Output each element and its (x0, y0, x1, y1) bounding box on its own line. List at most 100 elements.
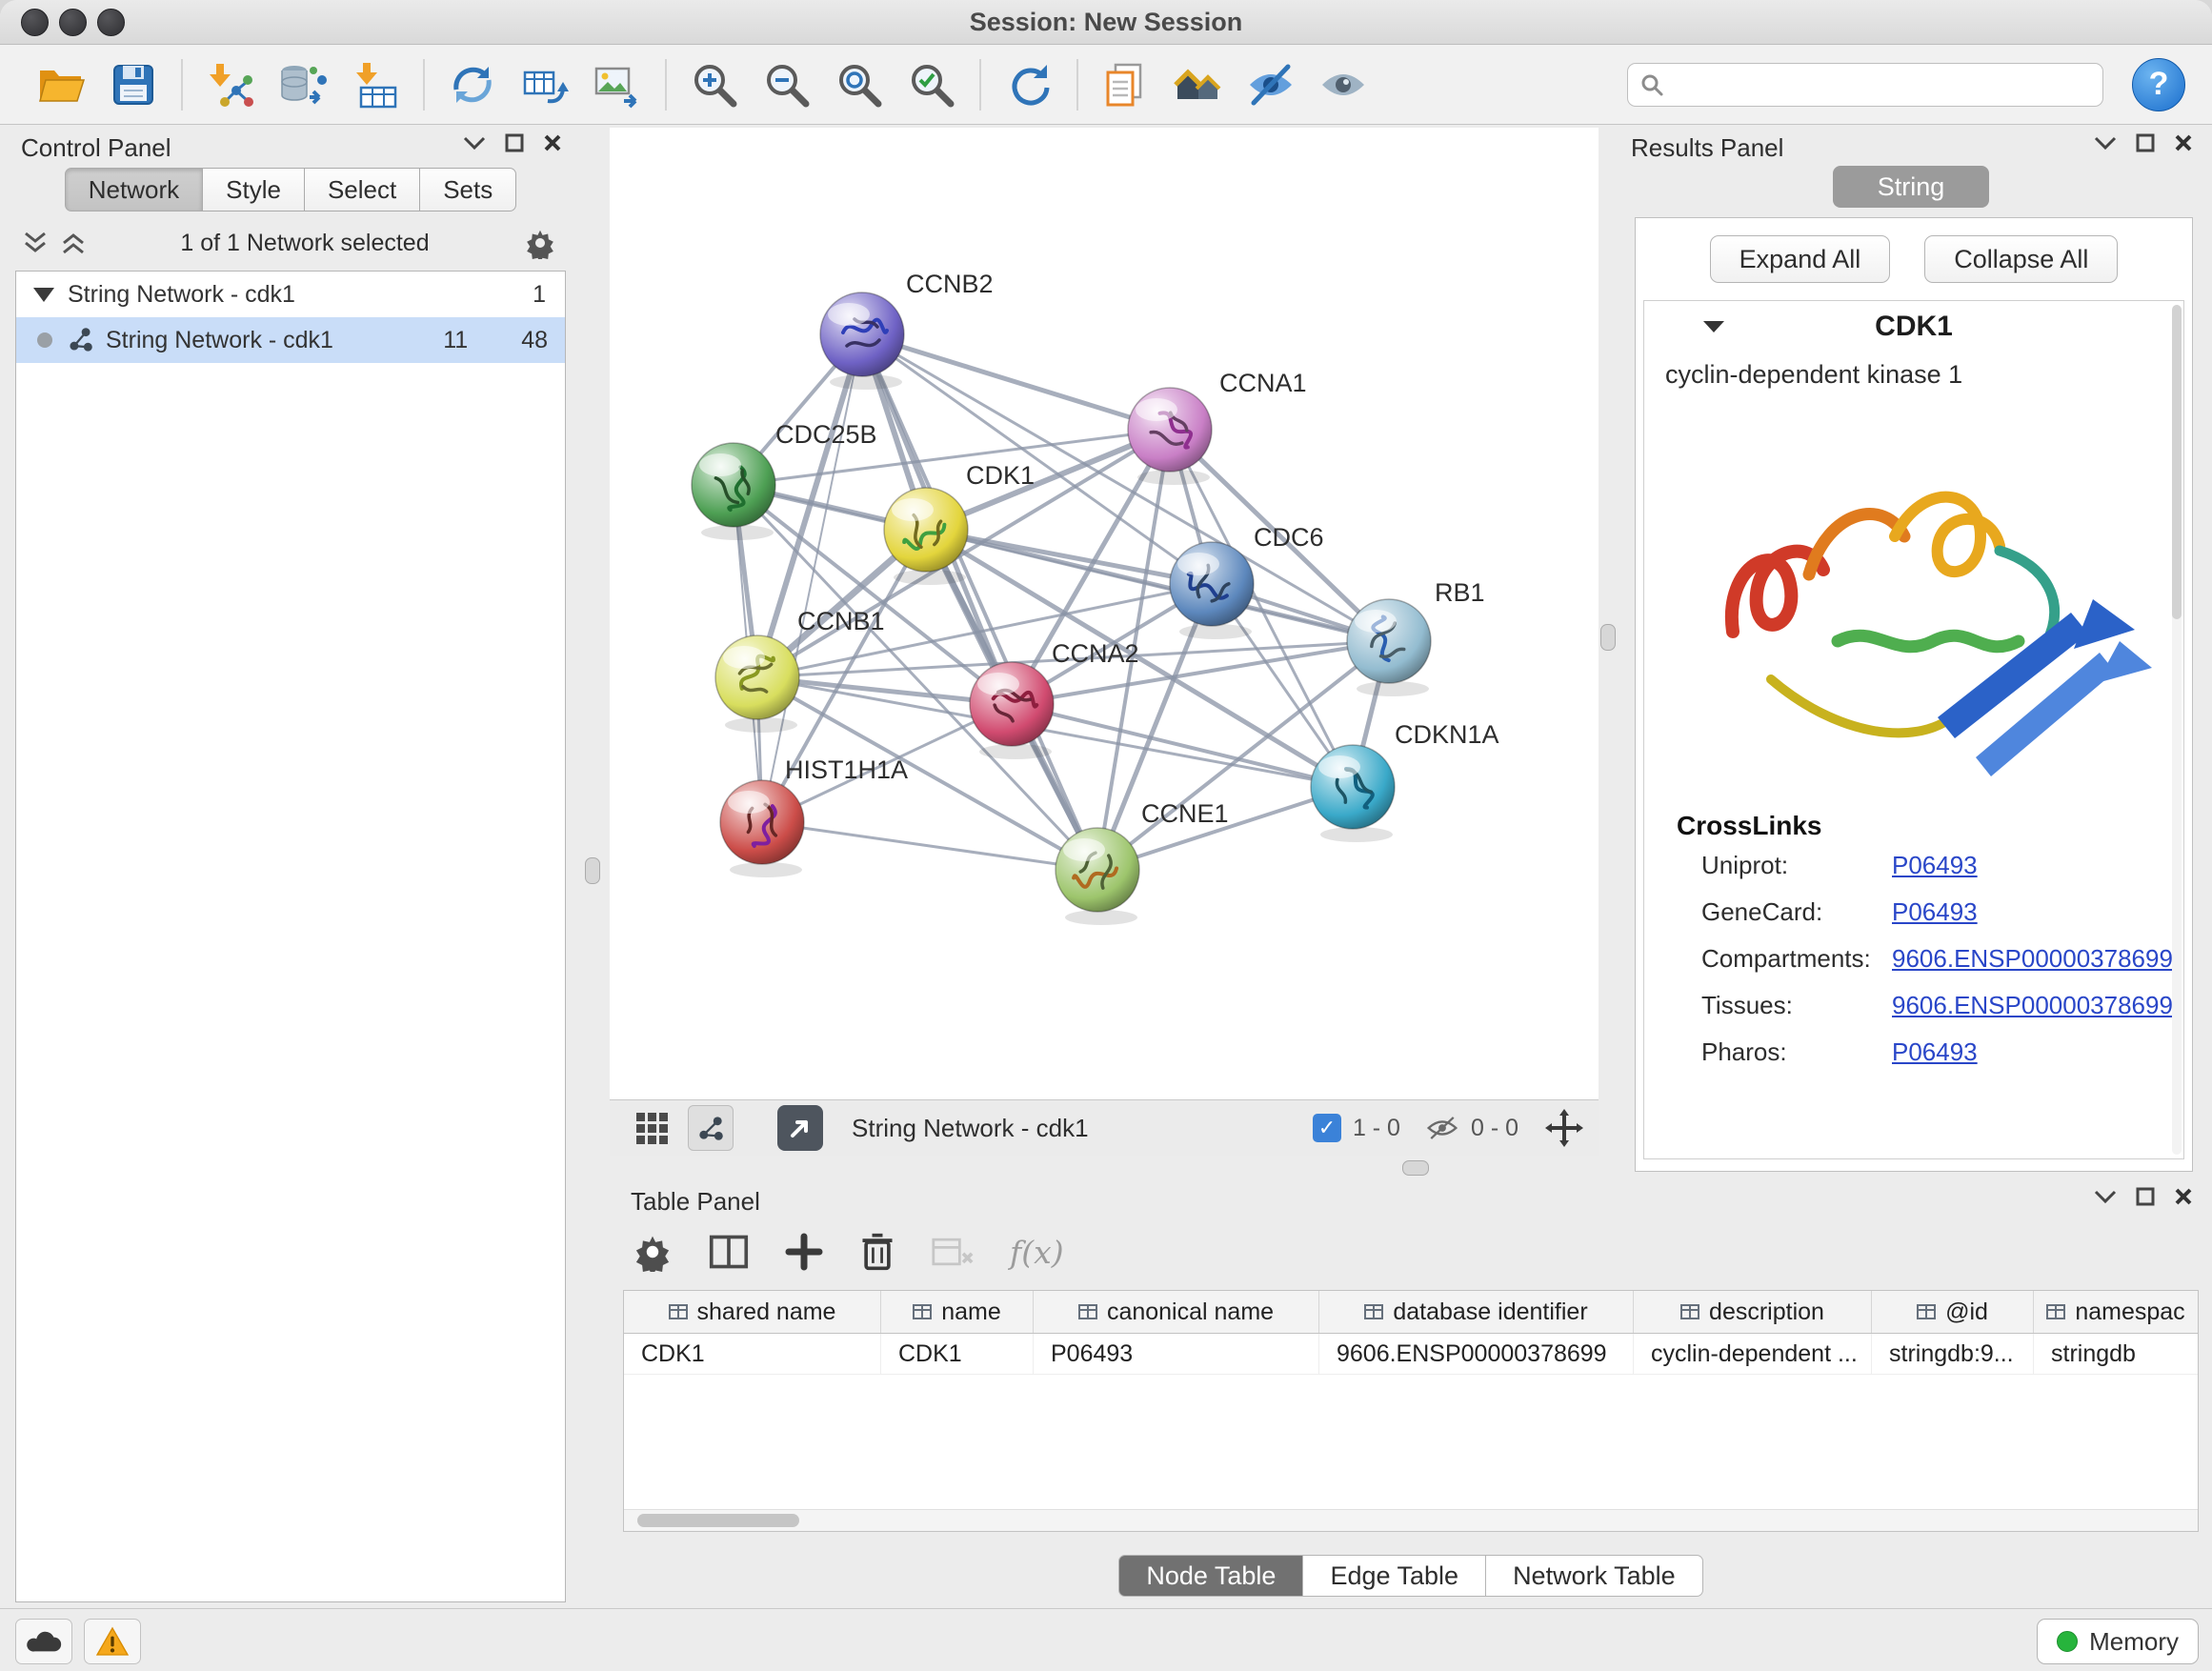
network-edge[interactable] (862, 334, 1389, 641)
vertical-splitter-left[interactable] (585, 857, 600, 884)
cell-database-identifier[interactable]: 9606.ENSP00000378699 (1319, 1334, 1634, 1374)
network-graph[interactable]: CCNB2CCNA1CDC25BCDK1CDC6RB1CCNB1CCNA2CDK… (610, 128, 1599, 1099)
select-columns-icon[interactable] (709, 1234, 749, 1270)
maximize-panel-icon[interactable] (2136, 133, 2155, 152)
column-header-namespace[interactable]: namespac (2034, 1291, 2198, 1333)
table-settings-gear-icon[interactable] (633, 1232, 673, 1272)
table-row[interactable]: CDK1 CDK1 P06493 9606.ENSP00000378699 cy… (624, 1334, 2198, 1375)
network-edge[interactable] (762, 334, 862, 822)
expand-all-button[interactable]: Expand All (1710, 235, 1891, 283)
column-header-at-id[interactable]: @id (1872, 1291, 2034, 1333)
crosslink-uniprot[interactable]: P06493 (1892, 851, 1978, 880)
tab-style[interactable]: Style (203, 168, 305, 211)
gear-icon[interactable] (524, 227, 556, 259)
grid-view-icon[interactable] (634, 1111, 669, 1145)
selected-nodes-checkbox[interactable]: ✓ (1313, 1114, 1341, 1142)
memory-button[interactable]: Memory (2037, 1619, 2199, 1664)
network-edge[interactable] (862, 334, 1097, 870)
vertical-splitter-right[interactable] (1600, 624, 1616, 651)
network-node-ccna1[interactable]: CCNA1 (1128, 369, 1307, 485)
column-header-shared-name[interactable]: shared name (624, 1291, 881, 1333)
first-neighbors-button[interactable] (1162, 50, 1235, 119)
tab-edge-table[interactable]: Edge Table (1303, 1555, 1486, 1597)
network-edge[interactable] (762, 822, 1097, 870)
float-panel-icon[interactable] (2094, 1189, 2117, 1204)
maximize-panel-icon[interactable] (2136, 1187, 2155, 1206)
network-view-canvas[interactable]: CCNB2CCNA1CDC25BCDK1CDC6RB1CCNB1CCNA2CDK… (610, 128, 1599, 1099)
clone-network-button[interactable] (509, 50, 581, 119)
show-all-button[interactable] (1307, 50, 1379, 119)
refresh-layout-button[interactable] (993, 50, 1065, 119)
hidden-eye-icon[interactable] (1425, 1114, 1459, 1142)
crosslink-tissues[interactable]: 9606.ENSP00000378699 (1892, 991, 2173, 1020)
cloud-status-button[interactable] (15, 1619, 72, 1664)
cell-at-id[interactable]: stringdb:9... (1872, 1334, 2034, 1374)
fit-content-crosshair-icon[interactable] (1545, 1109, 1583, 1147)
network-node-ccne1[interactable]: CCNE1 (1056, 799, 1229, 925)
save-session-button[interactable] (97, 50, 170, 119)
close-panel-icon[interactable] (2174, 1187, 2193, 1206)
table-horizontal-scrollbar[interactable] (624, 1509, 2198, 1531)
expand-all-icon[interactable] (61, 230, 86, 256)
crosslink-compartments[interactable]: 9606.ENSP00000378699 (1892, 944, 2173, 974)
cell-namespace[interactable]: stringdb (2034, 1334, 2198, 1374)
results-scrollbar[interactable] (2172, 305, 2182, 1155)
import-table-button[interactable] (339, 50, 412, 119)
column-header-canonical-name[interactable]: canonical name (1034, 1291, 1319, 1333)
tab-string[interactable]: String (1833, 166, 1989, 208)
close-panel-icon[interactable] (543, 133, 562, 152)
network-view-mode-button[interactable] (688, 1105, 734, 1151)
birds-eye-view-button[interactable] (777, 1105, 823, 1151)
network-node-rb1[interactable]: RB1 (1347, 578, 1485, 696)
collapse-all-button[interactable]: Collapse All (1924, 235, 2118, 283)
network-node-cdkn1a[interactable]: CDKN1A (1311, 720, 1499, 842)
zoom-in-button[interactable] (678, 50, 751, 119)
import-network-database-button[interactable] (267, 50, 339, 119)
network-edge[interactable] (862, 334, 1170, 430)
network-edge[interactable] (1012, 704, 1353, 787)
disclosure-triangle-icon[interactable] (33, 288, 54, 302)
function-builder-button[interactable]: f(x) (1010, 1234, 1064, 1271)
tab-network[interactable]: Network (65, 168, 203, 211)
delete-column-trash-icon[interactable] (859, 1232, 895, 1272)
open-session-button[interactable] (25, 50, 97, 119)
column-header-description[interactable]: description (1634, 1291, 1872, 1333)
copy-document-button[interactable] (1090, 50, 1162, 119)
new-network-button[interactable] (436, 50, 509, 119)
float-panel-icon[interactable] (2094, 135, 2117, 151)
cell-canonical-name[interactable]: P06493 (1034, 1334, 1319, 1374)
cell-name[interactable]: CDK1 (881, 1334, 1034, 1374)
crosslink-pharos[interactable]: P06493 (1892, 1037, 1978, 1067)
import-network-file-button[interactable] (194, 50, 267, 119)
search-input[interactable] (1674, 70, 2091, 99)
zoom-selected-button[interactable] (895, 50, 968, 119)
network-row-selected[interactable]: String Network - cdk1 11 48 (16, 317, 565, 363)
cell-description[interactable]: cyclin-dependent ... (1634, 1334, 1872, 1374)
collapse-all-icon[interactable] (23, 230, 48, 256)
tab-network-table[interactable]: Network Table (1486, 1555, 1703, 1597)
tab-sets[interactable]: Sets (420, 168, 516, 211)
crosslink-genecard[interactable]: P06493 (1892, 897, 1978, 927)
warnings-button[interactable] (84, 1619, 141, 1664)
zoom-out-button[interactable] (751, 50, 823, 119)
tab-node-table[interactable]: Node Table (1118, 1555, 1303, 1597)
column-header-name[interactable]: name (881, 1291, 1034, 1333)
maximize-panel-icon[interactable] (505, 133, 524, 152)
network-node-ccnb2[interactable]: CCNB2 (820, 270, 994, 390)
search-field[interactable] (1627, 63, 2103, 107)
network-collection-row[interactable]: String Network - cdk1 1 (16, 272, 565, 317)
tab-select[interactable]: Select (305, 168, 420, 211)
hide-selected-button[interactable] (1235, 50, 1307, 119)
column-header-database-identifier[interactable]: database identifier (1319, 1291, 1634, 1333)
horizontal-splitter[interactable] (1402, 1160, 1429, 1176)
add-column-icon[interactable] (785, 1233, 823, 1271)
zoom-fit-button[interactable] (823, 50, 895, 119)
help-button[interactable]: ? (2132, 58, 2185, 111)
collapse-section-icon[interactable] (1701, 318, 1726, 335)
float-panel-icon[interactable] (463, 135, 486, 151)
network-node-cdc25b[interactable]: CDC25B (692, 420, 877, 540)
cell-shared-name[interactable]: CDK1 (624, 1334, 881, 1374)
network-node-hist1h1a[interactable]: HIST1H1A (720, 755, 908, 877)
close-panel-icon[interactable] (2174, 133, 2193, 152)
export-image-button[interactable] (581, 50, 654, 119)
